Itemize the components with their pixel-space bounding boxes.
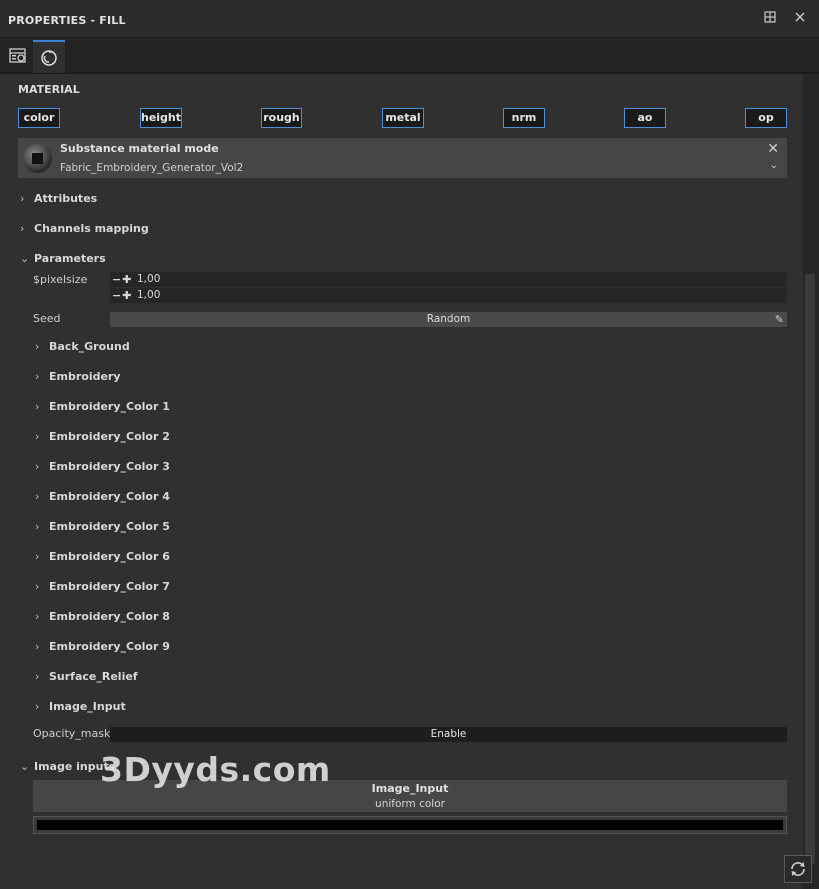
pixelsize-label: $pixelsize	[33, 273, 88, 286]
refresh-icon	[791, 862, 805, 876]
chevron-right-icon: ›	[35, 640, 40, 653]
attributes-section-header[interactable]: › Attributes	[20, 192, 97, 208]
chevron-down-icon: ⌄	[20, 760, 30, 773]
opacity-mask-enable-button[interactable]: Enable	[110, 727, 787, 742]
layer-settings-icon	[9, 48, 26, 63]
group-embroidery-color-3[interactable]: › Embroidery_Color 3	[35, 460, 170, 476]
panel-title: PROPERTIES - FILL	[8, 14, 126, 27]
channel-color-button[interactable]: color	[18, 108, 60, 128]
uniform-color-swatch[interactable]	[33, 816, 787, 834]
image-input-subtitle: uniform color	[375, 798, 445, 810]
chevron-right-icon: ›	[35, 340, 40, 353]
chevron-down-icon[interactable]: ⌄	[770, 160, 778, 171]
material-thumbnail	[23, 144, 52, 173]
tab-layer-properties[interactable]	[2, 40, 34, 73]
group-embroidery-color-1[interactable]: › Embroidery_Color 1	[35, 400, 170, 416]
tab-bar	[0, 38, 819, 73]
chevron-right-icon: ›	[20, 222, 25, 235]
channel-ao-button[interactable]: ao	[624, 108, 666, 128]
pixelsize-x-field[interactable]: −✚ 1,00	[110, 272, 787, 287]
group-embroidery-color-8[interactable]: › Embroidery_Color 8	[35, 610, 170, 626]
parameters-section-header[interactable]: ⌄ Parameters	[20, 252, 106, 268]
properties-content: MATERIAL color height rough metal nrm ao…	[0, 74, 803, 889]
chevron-right-icon: ›	[35, 520, 40, 533]
chevron-right-icon: ›	[35, 460, 40, 473]
group-embroidery[interactable]: › Embroidery	[35, 370, 121, 386]
group-surface-relief[interactable]: › Surface_Relief	[35, 670, 138, 686]
channel-nrm-button[interactable]: nrm	[503, 108, 545, 128]
chevron-right-icon: ›	[35, 430, 40, 443]
watermark: 3Dyyds.com	[100, 750, 331, 789]
decrement-plus-icon[interactable]: −✚	[112, 273, 132, 286]
vertical-scrollbar[interactable]	[803, 74, 819, 889]
chevron-right-icon: ›	[35, 400, 40, 413]
chevron-right-icon: ›	[35, 490, 40, 503]
chevron-right-icon: ›	[20, 192, 25, 205]
group-embroidery-color-4[interactable]: › Embroidery_Color 4	[35, 490, 170, 506]
substance-material-picker[interactable]: Substance material mode Fabric_Embroider…	[18, 138, 787, 178]
channels-mapping-section-header[interactable]: › Channels mapping	[20, 222, 149, 238]
scrollbar-thumb[interactable]	[805, 274, 815, 864]
material-section-label: MATERIAL	[18, 83, 80, 96]
seed-label: Seed	[33, 312, 61, 325]
chevron-right-icon: ›	[35, 370, 40, 383]
decrement-plus-icon[interactable]: −✚	[112, 289, 132, 302]
refresh-button[interactable]	[784, 855, 812, 883]
chevron-down-icon: ⌄	[20, 252, 30, 265]
group-embroidery-color-6[interactable]: › Embroidery_Color 6	[35, 550, 170, 566]
chevron-right-icon: ›	[35, 700, 40, 713]
substance-material-name: Fabric_Embroidery_Generator_Vol2	[60, 162, 244, 174]
pixelsize-y-field[interactable]: −✚ 1,00	[110, 288, 787, 303]
chevron-right-icon: ›	[35, 580, 40, 593]
chevron-right-icon: ›	[35, 670, 40, 683]
chevron-right-icon: ›	[35, 610, 40, 623]
channel-height-button[interactable]: height	[140, 108, 182, 128]
channel-rough-button[interactable]: rough	[261, 108, 302, 128]
clear-material-icon[interactable]: ✕	[767, 141, 779, 157]
group-embroidery-color-2[interactable]: › Embroidery_Color 2	[35, 430, 170, 446]
group-embroidery-color-9[interactable]: › Embroidery_Color 9	[35, 640, 170, 656]
seed-random-button[interactable]: Random ✎	[110, 312, 787, 327]
chevron-right-icon: ›	[35, 550, 40, 563]
group-embroidery-color-7[interactable]: › Embroidery_Color 7	[35, 580, 170, 596]
material-sphere-icon	[41, 50, 57, 66]
maximize-icon[interactable]	[762, 11, 778, 27]
channel-metal-button[interactable]: metal	[382, 108, 424, 128]
channel-op-button[interactable]: op	[745, 108, 787, 128]
group-embroidery-color-5[interactable]: › Embroidery_Color 5	[35, 520, 170, 536]
opacity-mask-label: Opacity_mask	[33, 727, 111, 740]
panel-titlebar: PROPERTIES - FILL	[0, 0, 819, 38]
tab-material[interactable]	[33, 40, 65, 73]
group-back-ground[interactable]: › Back_Ground	[35, 340, 130, 356]
group-image-input[interactable]: › Image_Input	[35, 700, 126, 716]
substance-mode-title: Substance material mode	[60, 142, 219, 155]
pencil-icon[interactable]: ✎	[775, 312, 784, 327]
close-icon[interactable]	[792, 11, 808, 27]
